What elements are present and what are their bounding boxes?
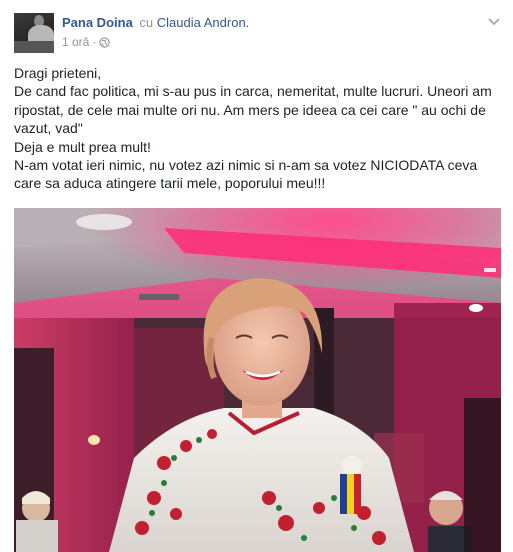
post-text-line: Deja e mult prea mult! xyxy=(14,138,151,155)
post-text-line: Dragi prieteni, xyxy=(14,65,102,81)
post-header: Pana Doina cu Claudia Andron. 1 oră · xyxy=(14,13,503,55)
post-text-line: De cand fac politica, mi s-au pus in car… xyxy=(14,83,492,137)
author-avatar[interactable] xyxy=(14,13,54,53)
facebook-post: Pana Doina cu Claudia Andron. 1 oră · Dra… xyxy=(0,0,513,552)
author-name-link[interactable]: Pana Doina xyxy=(62,15,133,30)
post-text-line: N-am votat ieri nimic, nu votez azi nimi… xyxy=(14,157,478,192)
post-timestamp-link[interactable]: 1 oră xyxy=(62,35,89,49)
post-text: Dragi prieteni, De cand fac politica, mi… xyxy=(14,64,502,193)
with-text: cu xyxy=(139,15,154,30)
globe-icon[interactable] xyxy=(99,36,110,52)
tagged-person-link[interactable]: Claudia Andron. xyxy=(157,15,250,30)
post-meta: Pana Doina cu Claudia Andron. 1 oră · xyxy=(62,14,249,52)
chevron-down-icon[interactable] xyxy=(487,15,501,27)
meta-separator: · xyxy=(92,35,97,49)
post-photo[interactable] xyxy=(14,208,501,552)
